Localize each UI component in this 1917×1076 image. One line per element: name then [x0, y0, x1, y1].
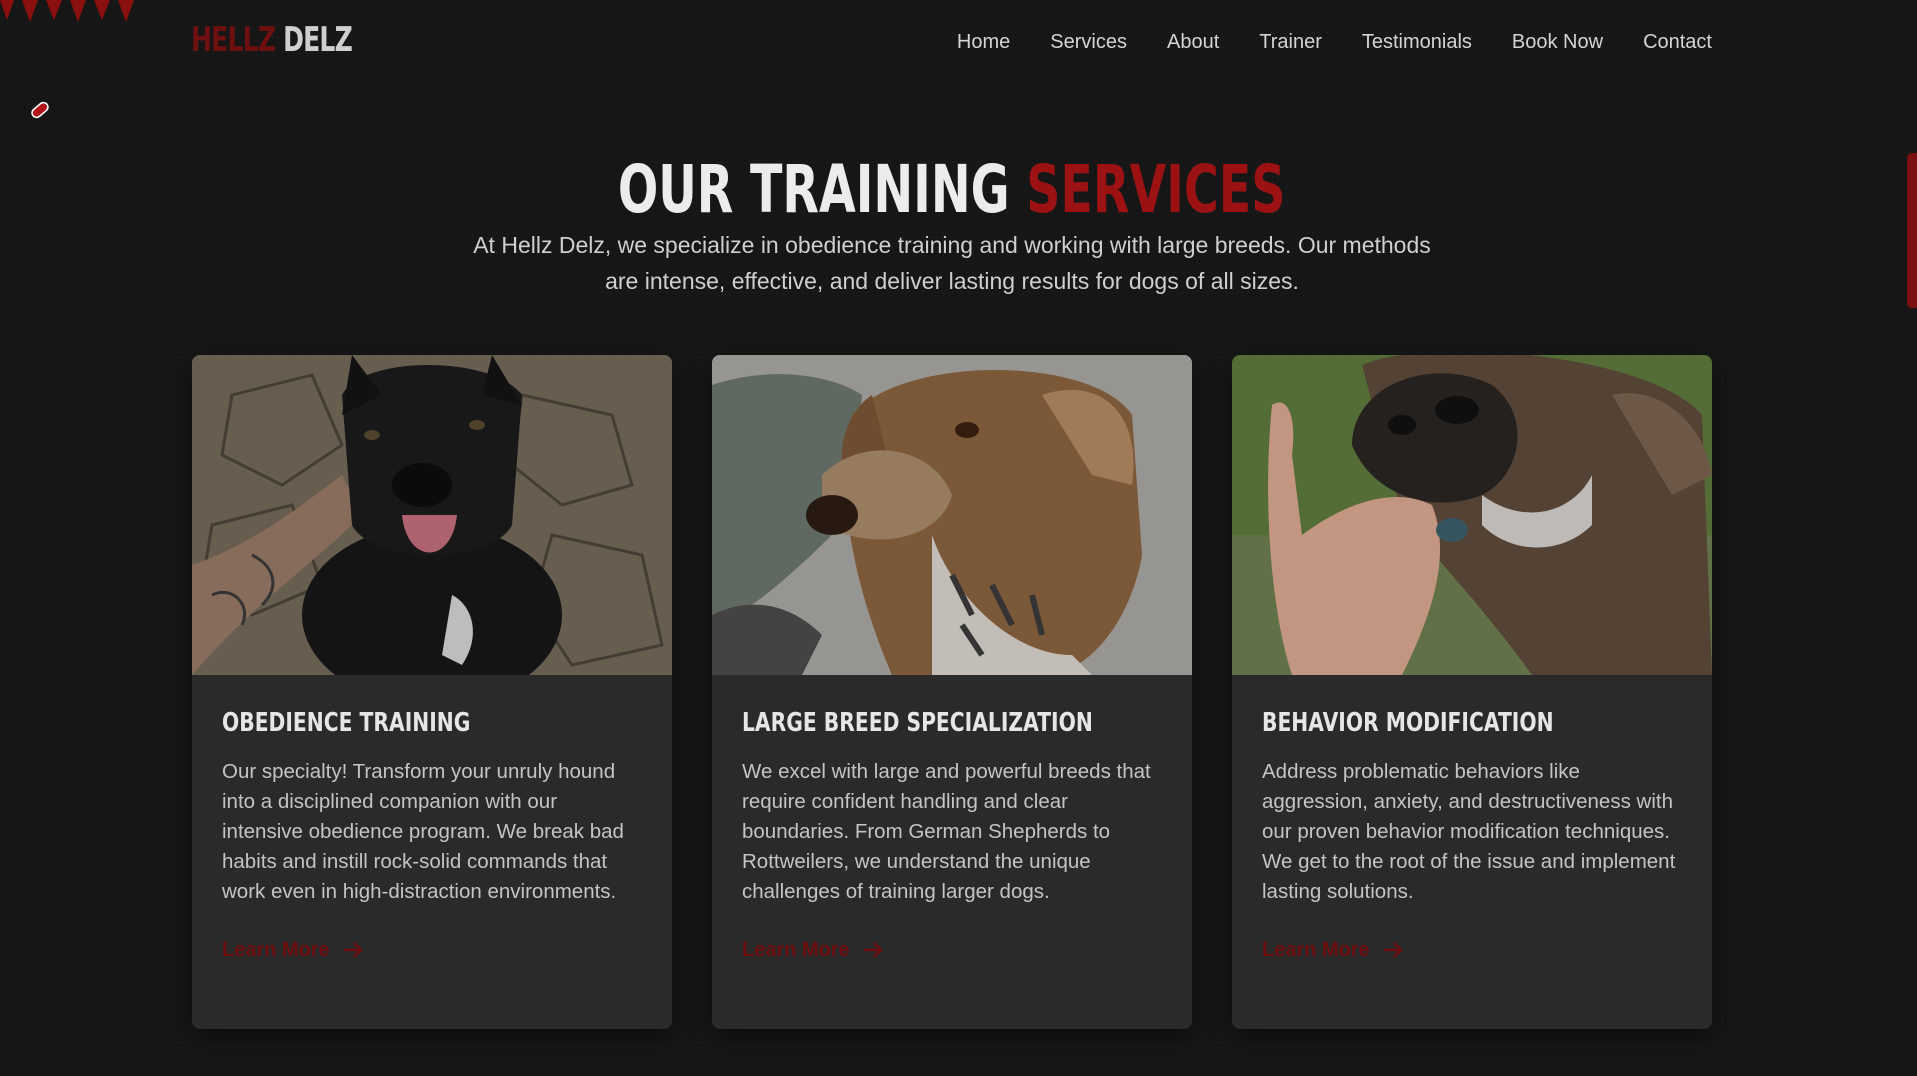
service-photo-obedience: [192, 355, 672, 675]
arrow-right-icon: [863, 942, 883, 958]
nav-about[interactable]: About: [1167, 27, 1219, 57]
section-title-part-2: SERVICES: [1026, 150, 1286, 228]
learn-more-link[interactable]: Learn More: [222, 935, 364, 965]
logo-part-2: DELZ: [283, 20, 353, 60]
learn-more-link[interactable]: Learn More: [742, 935, 884, 965]
scrollbar-thumb[interactable]: [1907, 153, 1917, 308]
service-photo-large-breed: [712, 355, 1192, 675]
card-body: BEHAVIOR MODIFICATION Address problemati…: [1262, 705, 1682, 965]
logo-part-1: HELLZ: [191, 20, 276, 60]
card-title: LARGE BREED SPECIALIZATION: [742, 708, 1093, 738]
page-scrollbar[interactable]: [1907, 0, 1917, 1076]
nav-services[interactable]: Services: [1050, 27, 1127, 57]
section-title: OUR TRAINING SERVICES: [0, 149, 1904, 231]
arrow-right-icon: [1383, 942, 1403, 958]
card-title: OBEDIENCE TRAINING: [222, 708, 471, 738]
service-card-behavior: BEHAVIOR MODIFICATION Address problemati…: [1232, 355, 1712, 1029]
card-text: Address problematic behaviors like aggre…: [1262, 760, 1676, 903]
nav-contact[interactable]: Contact: [1643, 27, 1712, 57]
service-photo-behavior: [1232, 355, 1712, 675]
service-card-obedience: OBEDIENCE TRAINING Our specialty! Transf…: [192, 355, 672, 1029]
card-body: OBEDIENCE TRAINING Our specialty! Transf…: [222, 705, 642, 965]
card-title: BEHAVIOR MODIFICATION: [1262, 708, 1554, 738]
learn-more-label: Learn More: [1262, 939, 1370, 961]
section-title-part-1: OUR TRAINING: [618, 150, 1010, 228]
nav-home[interactable]: Home: [957, 27, 1010, 57]
main-nav: Home Services About Trainer Testimonials…: [957, 27, 1712, 57]
learn-more-link[interactable]: Learn More: [1262, 935, 1404, 965]
nav-testimonials[interactable]: Testimonials: [1362, 27, 1472, 57]
card-text: Our specialty! Transform your unruly hou…: [222, 760, 624, 903]
nav-book-now[interactable]: Book Now: [1512, 27, 1603, 57]
card-body: LARGE BREED SPECIALIZATION We excel with…: [742, 705, 1162, 965]
card-text: We excel with large and powerful breeds …: [742, 760, 1151, 903]
arrow-right-icon: [343, 942, 363, 958]
section-intro: At Hellz Delz, we specialize in obedienc…: [473, 232, 1431, 294]
learn-more-label: Learn More: [222, 939, 330, 961]
service-card-large-breed: LARGE BREED SPECIALIZATION We excel with…: [712, 355, 1192, 1029]
learn-more-label: Learn More: [742, 939, 850, 961]
bone-icon: [31, 101, 49, 119]
nav-trainer[interactable]: Trainer: [1259, 27, 1322, 57]
site-header: HELLZ DELZ Home Services About Trainer T…: [0, 0, 1917, 84]
site-logo[interactable]: HELLZ DELZ: [191, 18, 353, 62]
